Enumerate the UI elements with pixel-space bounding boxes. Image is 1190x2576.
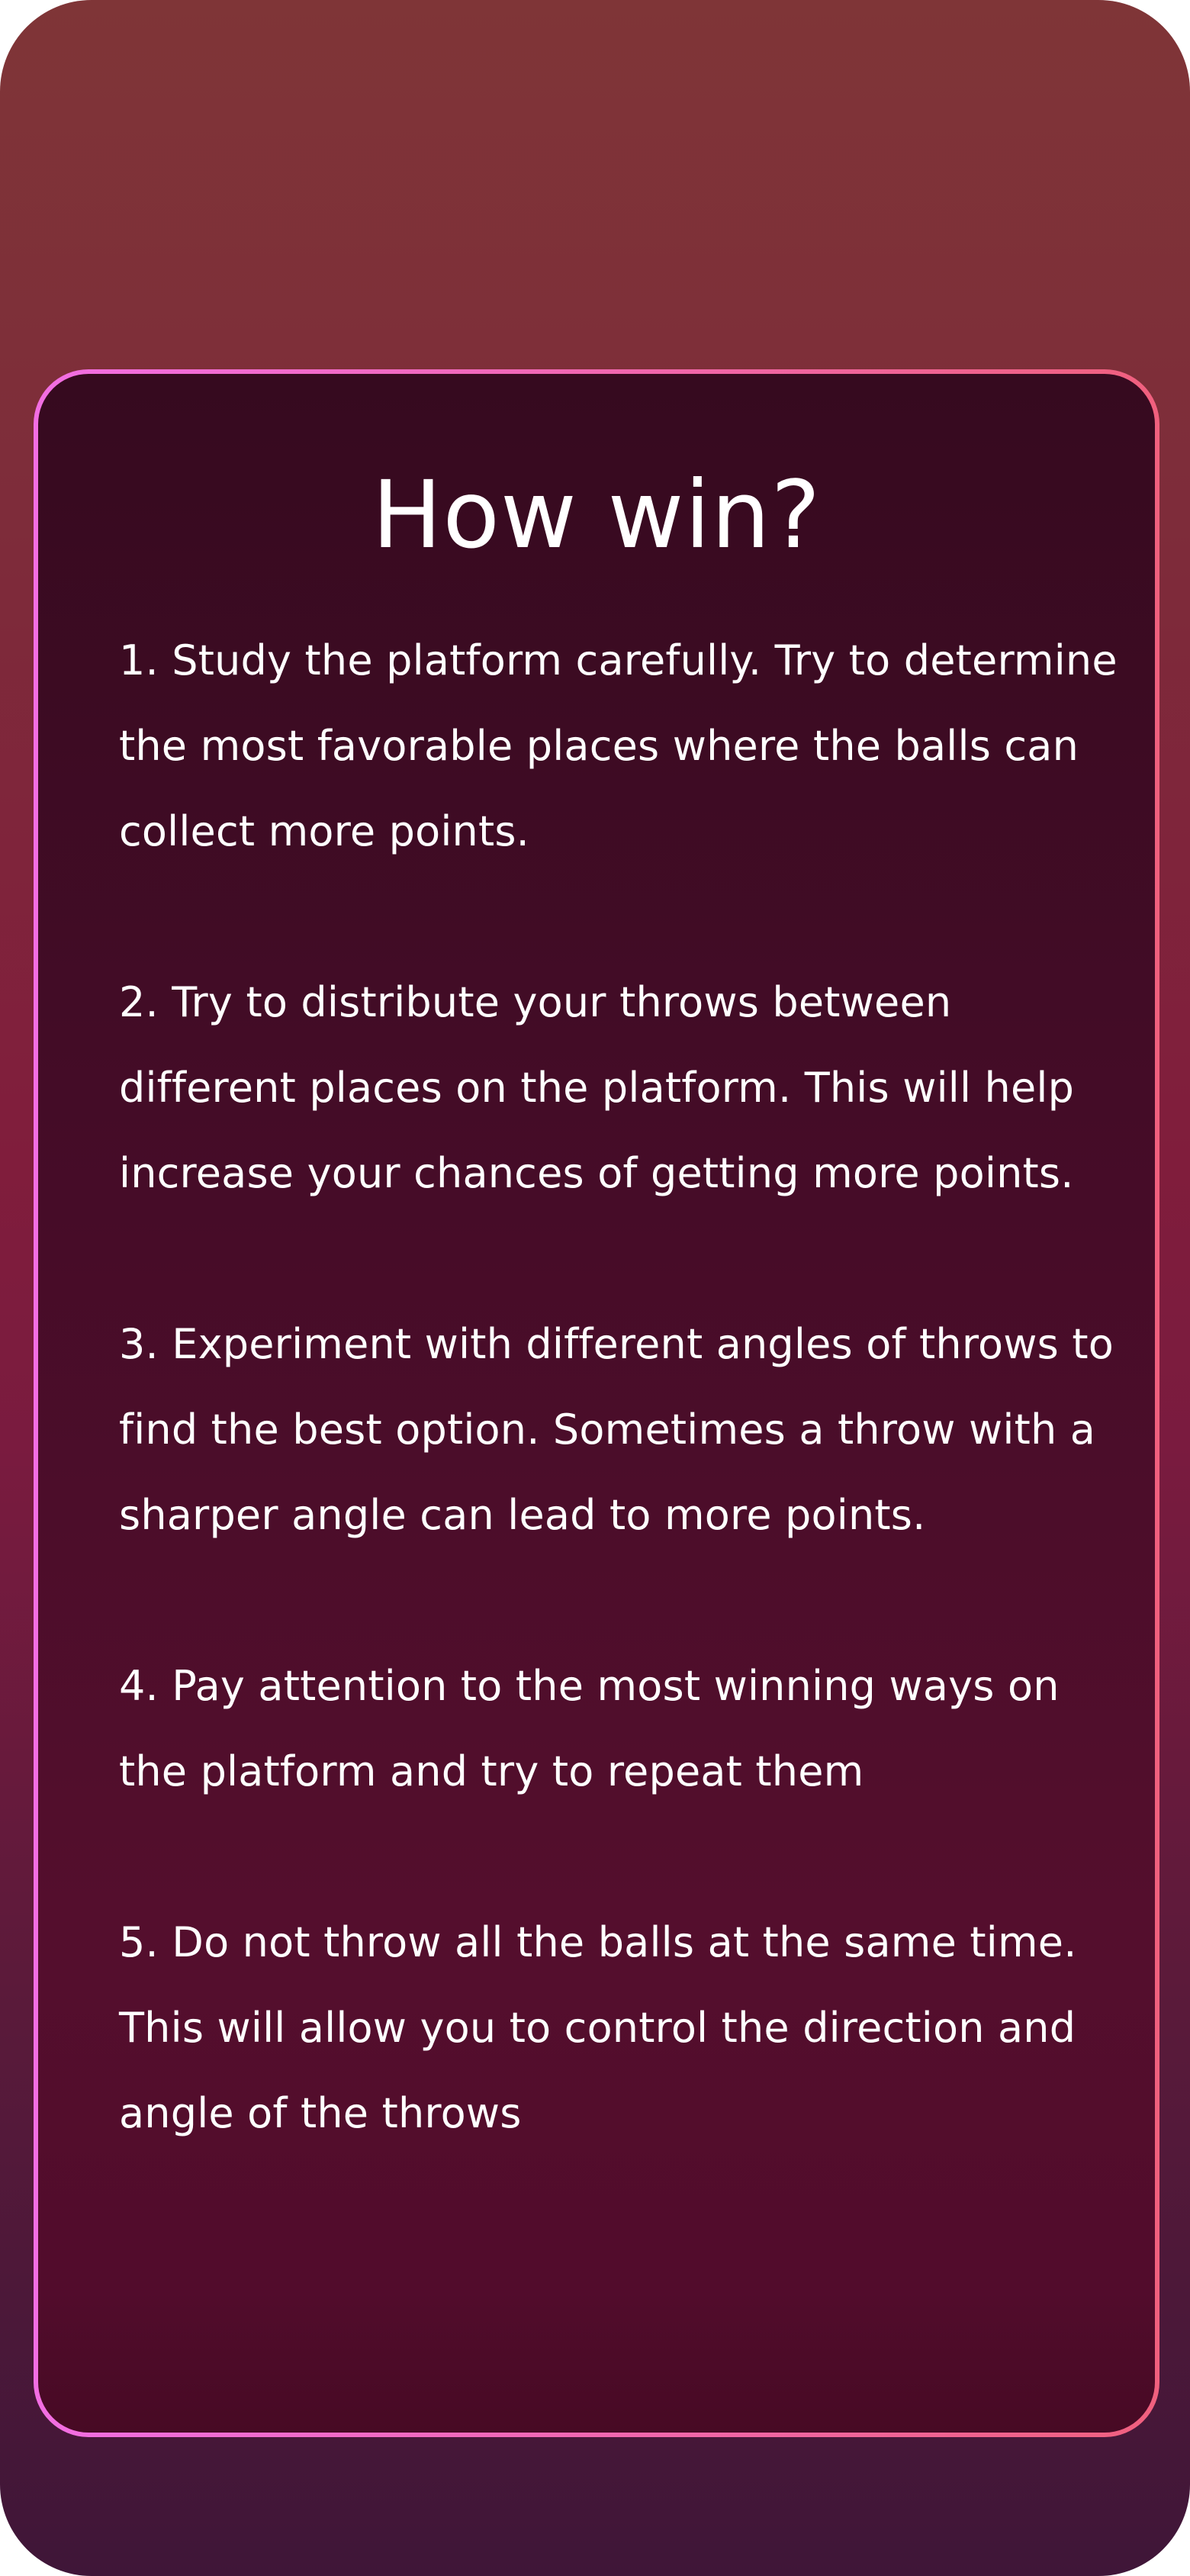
tip-3: 3. Experiment with different angles of t… (119, 1320, 1114, 1539)
how-to-win-panel: How win? 1. Study the platform carefully… (34, 369, 1159, 2437)
tip-4: 4. Pay attention to the most winning way… (119, 1662, 1060, 1795)
panel-title: How win? (371, 461, 822, 569)
tip-5: 5. Do not throw all the balls at the sam… (119, 1918, 1077, 2137)
tip-2: 2. Try to distribute your throws between… (119, 978, 1075, 1197)
panel-body: How win? 1. Study the platform carefully… (38, 374, 1155, 2433)
tips-list: 1. Study the platform carefully. Try to … (119, 618, 1134, 2156)
tip-1: 1. Study the platform carefully. Try to … (119, 636, 1118, 855)
game-screen: How win? 1. Study the platform carefully… (0, 0, 1190, 2576)
